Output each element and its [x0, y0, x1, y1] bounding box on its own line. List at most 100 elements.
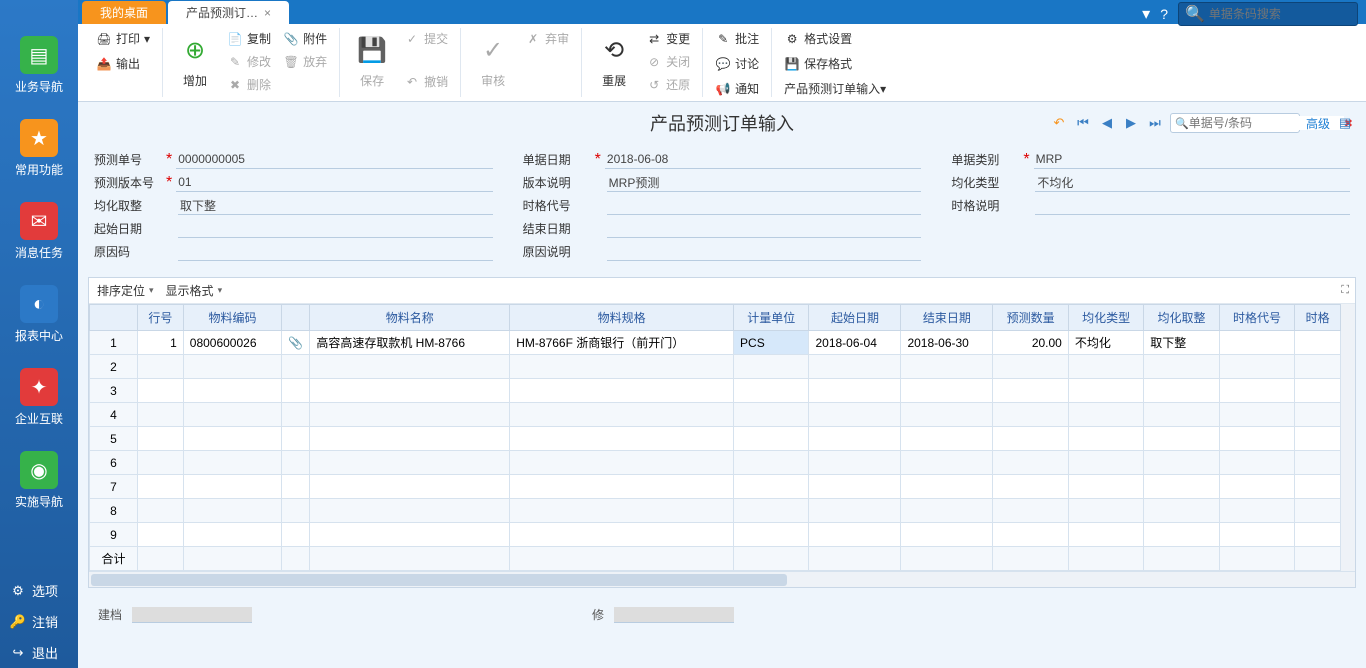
sum-row: 合计: [90, 547, 1341, 571]
list-icon[interactable]: ▤: [1336, 114, 1354, 132]
field-reason-desc[interactable]: [607, 242, 922, 261]
last-icon[interactable]: ⏭: [1146, 114, 1164, 132]
undo-icon[interactable]: ↶: [1050, 114, 1068, 132]
close-icon[interactable]: ×: [264, 6, 271, 20]
field-slot-code[interactable]: [607, 196, 922, 215]
nav-link[interactable]: ✦企业互联: [0, 360, 78, 443]
fmt-save-button[interactable]: 💾保存格式: [780, 53, 856, 74]
delete-icon: ✖: [227, 77, 243, 93]
fmt-set-button[interactable]: ⚙格式设置: [780, 28, 856, 49]
table-row[interactable]: 9: [90, 523, 1341, 547]
field-end[interactable]: [607, 219, 922, 238]
page-search[interactable]: 🔍 ✖: [1170, 113, 1300, 133]
gear-icon: ⚙: [10, 583, 26, 599]
col-line[interactable]: 行号: [138, 305, 184, 331]
horizontal-scrollbar[interactable]: [89, 571, 1355, 587]
col-slot[interactable]: 时格代号: [1219, 305, 1294, 331]
submit-button[interactable]: ✓提交: [400, 28, 452, 49]
col-end[interactable]: 结束日期: [901, 305, 993, 331]
audit-button[interactable]: ✓审核: [469, 28, 517, 93]
col-name[interactable]: 物料名称: [310, 305, 510, 331]
top-search-input[interactable]: [1209, 7, 1364, 21]
col-code[interactable]: 物料编码: [183, 305, 282, 331]
vertical-scrollbar[interactable]: [1341, 304, 1355, 571]
col-attach[interactable]: [282, 305, 310, 331]
attach-button[interactable]: 📎附件: [279, 28, 331, 49]
add-button[interactable]: ⊕增加: [171, 28, 219, 93]
field-reason[interactable]: [178, 242, 493, 261]
field-order-date[interactable]: [605, 150, 921, 169]
field-order-no[interactable]: [176, 150, 492, 169]
field-start[interactable]: [178, 219, 493, 238]
print-button[interactable]: 🖨打印 ▾: [92, 28, 154, 49]
col-unit[interactable]: 计量单位: [734, 305, 809, 331]
notify-icon: 📢: [715, 81, 731, 97]
field-avg-round[interactable]: [178, 196, 493, 215]
table-row[interactable]: 1 1 0800600026 📎 高容高速存取款机 HM-8766 HM-876…: [90, 331, 1341, 355]
table-row[interactable]: 2: [90, 355, 1341, 379]
table-row[interactable]: 7: [90, 475, 1341, 499]
table-row[interactable]: 4: [90, 403, 1341, 427]
help-icon[interactable]: ?: [1160, 6, 1168, 22]
lbl-avg-round: 均化取整: [94, 197, 162, 214]
change-icon: ⇄: [646, 31, 662, 47]
next-icon[interactable]: ▶: [1122, 114, 1140, 132]
col-avgtype[interactable]: 均化类型: [1068, 305, 1143, 331]
close-button[interactable]: ⊘关闭: [642, 51, 694, 72]
table-row[interactable]: 8: [90, 499, 1341, 523]
fmt-order-button[interactable]: 产品预测订单输入▾: [780, 78, 890, 99]
col-spec[interactable]: 物料规格: [510, 305, 734, 331]
col-qty[interactable]: 预测数量: [993, 305, 1068, 331]
revoke-button[interactable]: ↶撤销: [400, 71, 452, 92]
field-version[interactable]: [176, 173, 492, 192]
top-search[interactable]: 🔍: [1178, 2, 1358, 26]
first-icon[interactable]: ⏮: [1074, 114, 1092, 132]
discard-button[interactable]: 🗑放弃: [279, 51, 331, 72]
nav-msg[interactable]: ✉消息任务: [0, 194, 78, 277]
dropdown-icon[interactable]: ▾: [1142, 4, 1150, 24]
change-button[interactable]: ⇄变更: [642, 28, 694, 49]
discuss-button[interactable]: 💬讨论: [711, 53, 763, 74]
tab-active[interactable]: 产品预测订…×: [168, 1, 289, 24]
nav-imp[interactable]: ◉实施导航: [0, 443, 78, 526]
nav-logout[interactable]: 🔑注销: [0, 606, 78, 637]
field-version-desc[interactable]: [607, 173, 922, 192]
field-order-type[interactable]: [1034, 150, 1350, 169]
notify-button[interactable]: 📢通知: [711, 78, 763, 99]
col-avground[interactable]: 均化取整: [1144, 305, 1219, 331]
tab-home[interactable]: 我的桌面: [82, 1, 166, 24]
bulk-button[interactable]: ✎批注: [711, 28, 763, 49]
save-button[interactable]: 💾保存: [348, 28, 396, 93]
nav-fav[interactable]: ★常用功能: [0, 111, 78, 194]
table-row[interactable]: 6: [90, 451, 1341, 475]
advanced-link[interactable]: 高级: [1306, 115, 1330, 132]
refresh-button[interactable]: ⟲重展: [590, 28, 638, 93]
copy-button[interactable]: 📄复制: [223, 28, 275, 49]
exit-icon: ↪: [10, 645, 26, 661]
table-row[interactable]: 3: [90, 379, 1341, 403]
add-icon: ⊕: [179, 34, 211, 66]
edit-button[interactable]: ✎修改: [223, 51, 275, 72]
prev-icon[interactable]: ◀: [1098, 114, 1116, 132]
restore-button[interactable]: ↺还原: [642, 74, 694, 95]
field-avg-type[interactable]: [1035, 173, 1350, 192]
grid-expand-icon[interactable]: ⛶: [1341, 284, 1349, 297]
export-button[interactable]: 📤输出: [92, 53, 144, 74]
col-slot2[interactable]: 时格: [1295, 305, 1341, 331]
lbl-end: 结束日期: [523, 220, 591, 237]
nav-options[interactable]: ⚙选项: [0, 575, 78, 606]
grid-format-button[interactable]: 显示格式: [166, 282, 223, 299]
nav-exit[interactable]: ↪退出: [0, 637, 78, 668]
paperclip-icon[interactable]: 📎: [282, 331, 310, 355]
restore-icon: ↺: [646, 77, 662, 93]
reject-button[interactable]: ✗弃审: [521, 28, 573, 49]
nav-report[interactable]: ◐报表中心: [0, 277, 78, 360]
col-start[interactable]: 起始日期: [809, 305, 901, 331]
table-row[interactable]: 5: [90, 427, 1341, 451]
nav-biz[interactable]: ▤业务导航: [0, 28, 78, 111]
data-grid[interactable]: 行号 物料编码 物料名称 物料规格 计量单位 起始日期 结束日期 预测数量 均化…: [89, 304, 1341, 571]
grid-container: 排序定位 显示格式 ⛶ 行号 物料编码 物料名称 物料规格 计量单位: [88, 277, 1356, 588]
delete-button[interactable]: ✖删除: [223, 74, 275, 95]
field-slot-desc[interactable]: [1035, 196, 1350, 215]
grid-sort-button[interactable]: 排序定位: [97, 282, 154, 299]
